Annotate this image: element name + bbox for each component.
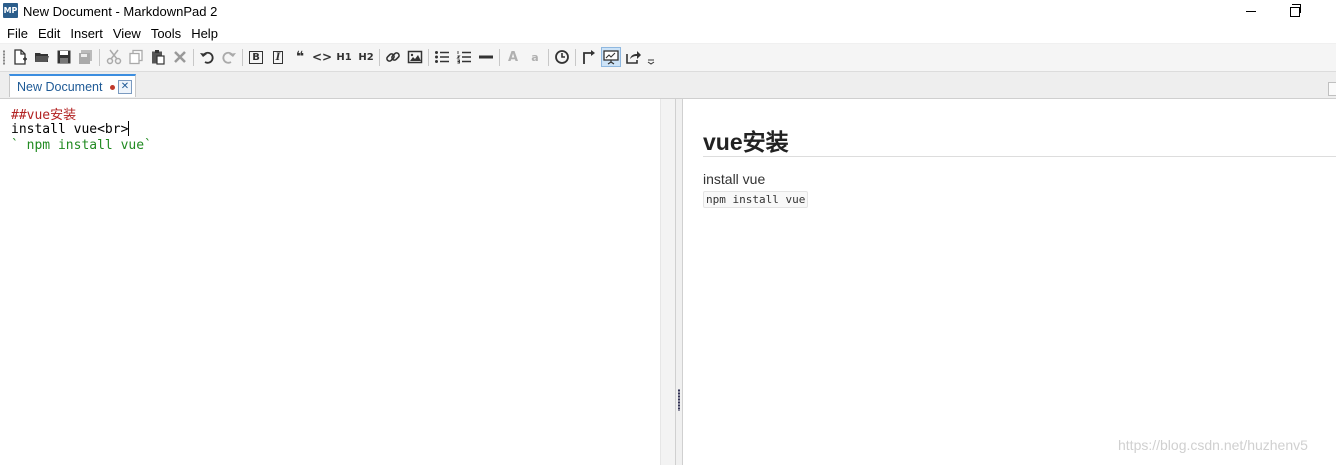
- watermark-text: https://blog.csdn.net/huzhenv5: [1118, 437, 1308, 453]
- live-preview-button[interactable]: [601, 47, 621, 67]
- paste-button[interactable]: [148, 47, 168, 67]
- lowercase-icon: a: [531, 50, 539, 64]
- toggle-preview-icon: [583, 50, 595, 64]
- splitter-grip-icon: [678, 389, 680, 411]
- menu-file[interactable]: File: [6, 26, 29, 41]
- open-folder-icon: [35, 53, 49, 62]
- editor-line-3: ` npm install vue`: [11, 138, 152, 153]
- copy-icon: [129, 49, 143, 65]
- ordered-list-icon: [456, 51, 471, 64]
- cut-button[interactable]: [104, 47, 124, 67]
- tab-new-document[interactable]: New Document ✕: [9, 74, 136, 97]
- new-document-icon: [14, 49, 27, 65]
- editor-line-2: install vue<br>: [11, 121, 130, 137]
- heading1-button[interactable]: H1: [334, 47, 354, 67]
- horizontal-rule-icon: [479, 55, 493, 59]
- tab-close-button[interactable]: ✕: [118, 80, 132, 94]
- editor-line-2-text: install vue<br>: [11, 122, 129, 137]
- code-button[interactable]: <>: [312, 47, 332, 67]
- undo-icon: [200, 51, 214, 64]
- title-bar: MP New Document - MarkdownPad 2: [0, 0, 1336, 23]
- image-icon: [407, 50, 423, 64]
- delete-icon: [174, 51, 186, 63]
- window-title: New Document - MarkdownPad 2: [23, 4, 218, 19]
- delete-button[interactable]: [170, 47, 190, 67]
- tab-overflow-button[interactable]: [1328, 82, 1336, 96]
- bold-icon: B: [249, 50, 263, 64]
- horizontal-rule-button[interactable]: [476, 47, 496, 67]
- text-caret: [128, 121, 130, 136]
- live-preview-icon: [603, 50, 619, 65]
- timestamp-button[interactable]: [552, 47, 572, 67]
- export-icon: [626, 51, 641, 64]
- menu-insert[interactable]: Insert: [69, 26, 104, 41]
- preview-heading: vue安装: [703, 129, 789, 155]
- heading2-button[interactable]: H2: [356, 47, 376, 67]
- minimize-button[interactable]: [1228, 0, 1274, 23]
- menu-bar: File Edit Insert View Tools Help: [0, 23, 1336, 44]
- menu-view[interactable]: View: [112, 26, 142, 41]
- paste-icon: [152, 50, 165, 65]
- editor-scrollbar[interactable]: [660, 99, 676, 465]
- open-button[interactable]: [32, 47, 52, 67]
- italic-button[interactable]: I: [268, 47, 288, 67]
- ordered-list-button[interactable]: [454, 47, 474, 67]
- heading1-icon: H1: [336, 51, 352, 63]
- toolbar: B I ❝ <> H1 H2 A a: [0, 44, 1336, 72]
- save-icon: [57, 50, 71, 64]
- toolbar-overflow-button[interactable]: [645, 47, 657, 67]
- timestamp-icon: [555, 50, 569, 64]
- unordered-list-button[interactable]: [432, 47, 452, 67]
- lowercase-button[interactable]: a: [525, 47, 545, 67]
- toolbar-overflow-icon: [647, 59, 655, 65]
- link-icon: [386, 52, 400, 62]
- link-button[interactable]: [383, 47, 403, 67]
- menu-edit[interactable]: Edit: [37, 26, 61, 41]
- uppercase-icon: A: [507, 49, 519, 65]
- minimize-icon: [1246, 11, 1256, 12]
- pane-splitter[interactable]: [675, 99, 683, 465]
- unordered-list-icon: [435, 51, 449, 63]
- heading2-icon: H2: [358, 51, 374, 63]
- restore-button[interactable]: [1272, 0, 1318, 23]
- unsaved-indicator-icon: [110, 85, 115, 90]
- preview-paragraph: install vue: [703, 171, 766, 187]
- save-button[interactable]: [54, 47, 74, 67]
- html-preview: vue安装 install vue npm install vue: [683, 99, 1336, 465]
- bold-button[interactable]: B: [246, 47, 266, 67]
- italic-icon: I: [272, 50, 284, 64]
- toolbar-grip[interactable]: [3, 50, 5, 65]
- new-document-button[interactable]: [10, 47, 30, 67]
- save-all-button[interactable]: [76, 47, 96, 67]
- quote-button[interactable]: ❝: [290, 47, 310, 67]
- menu-tools[interactable]: Tools: [150, 26, 182, 41]
- copy-button[interactable]: [126, 47, 146, 67]
- save-all-icon: [79, 50, 92, 64]
- app-logo-icon: MP: [3, 3, 18, 18]
- code-icon: <>: [311, 50, 333, 64]
- redo-button[interactable]: [219, 47, 239, 67]
- undo-button[interactable]: [197, 47, 217, 67]
- quote-icon: ❝: [295, 49, 305, 65]
- tab-label: New Document: [17, 80, 103, 94]
- menu-help[interactable]: Help: [190, 26, 219, 41]
- cut-icon: [106, 49, 122, 65]
- toggle-preview-button[interactable]: [579, 47, 599, 67]
- image-button[interactable]: [405, 47, 425, 67]
- document-tab-strip: New Document ✕: [0, 72, 1336, 99]
- restore-icon: [1290, 3, 1301, 17]
- uppercase-button[interactable]: A: [503, 47, 523, 67]
- preview-inline-code: npm install vue: [703, 191, 809, 208]
- preview-heading-rule: [703, 156, 1336, 157]
- redo-icon: [222, 51, 236, 64]
- export-button[interactable]: [623, 47, 643, 67]
- markdown-editor[interactable]: ##vue安装 install vue<br> ` npm install vu…: [0, 99, 660, 465]
